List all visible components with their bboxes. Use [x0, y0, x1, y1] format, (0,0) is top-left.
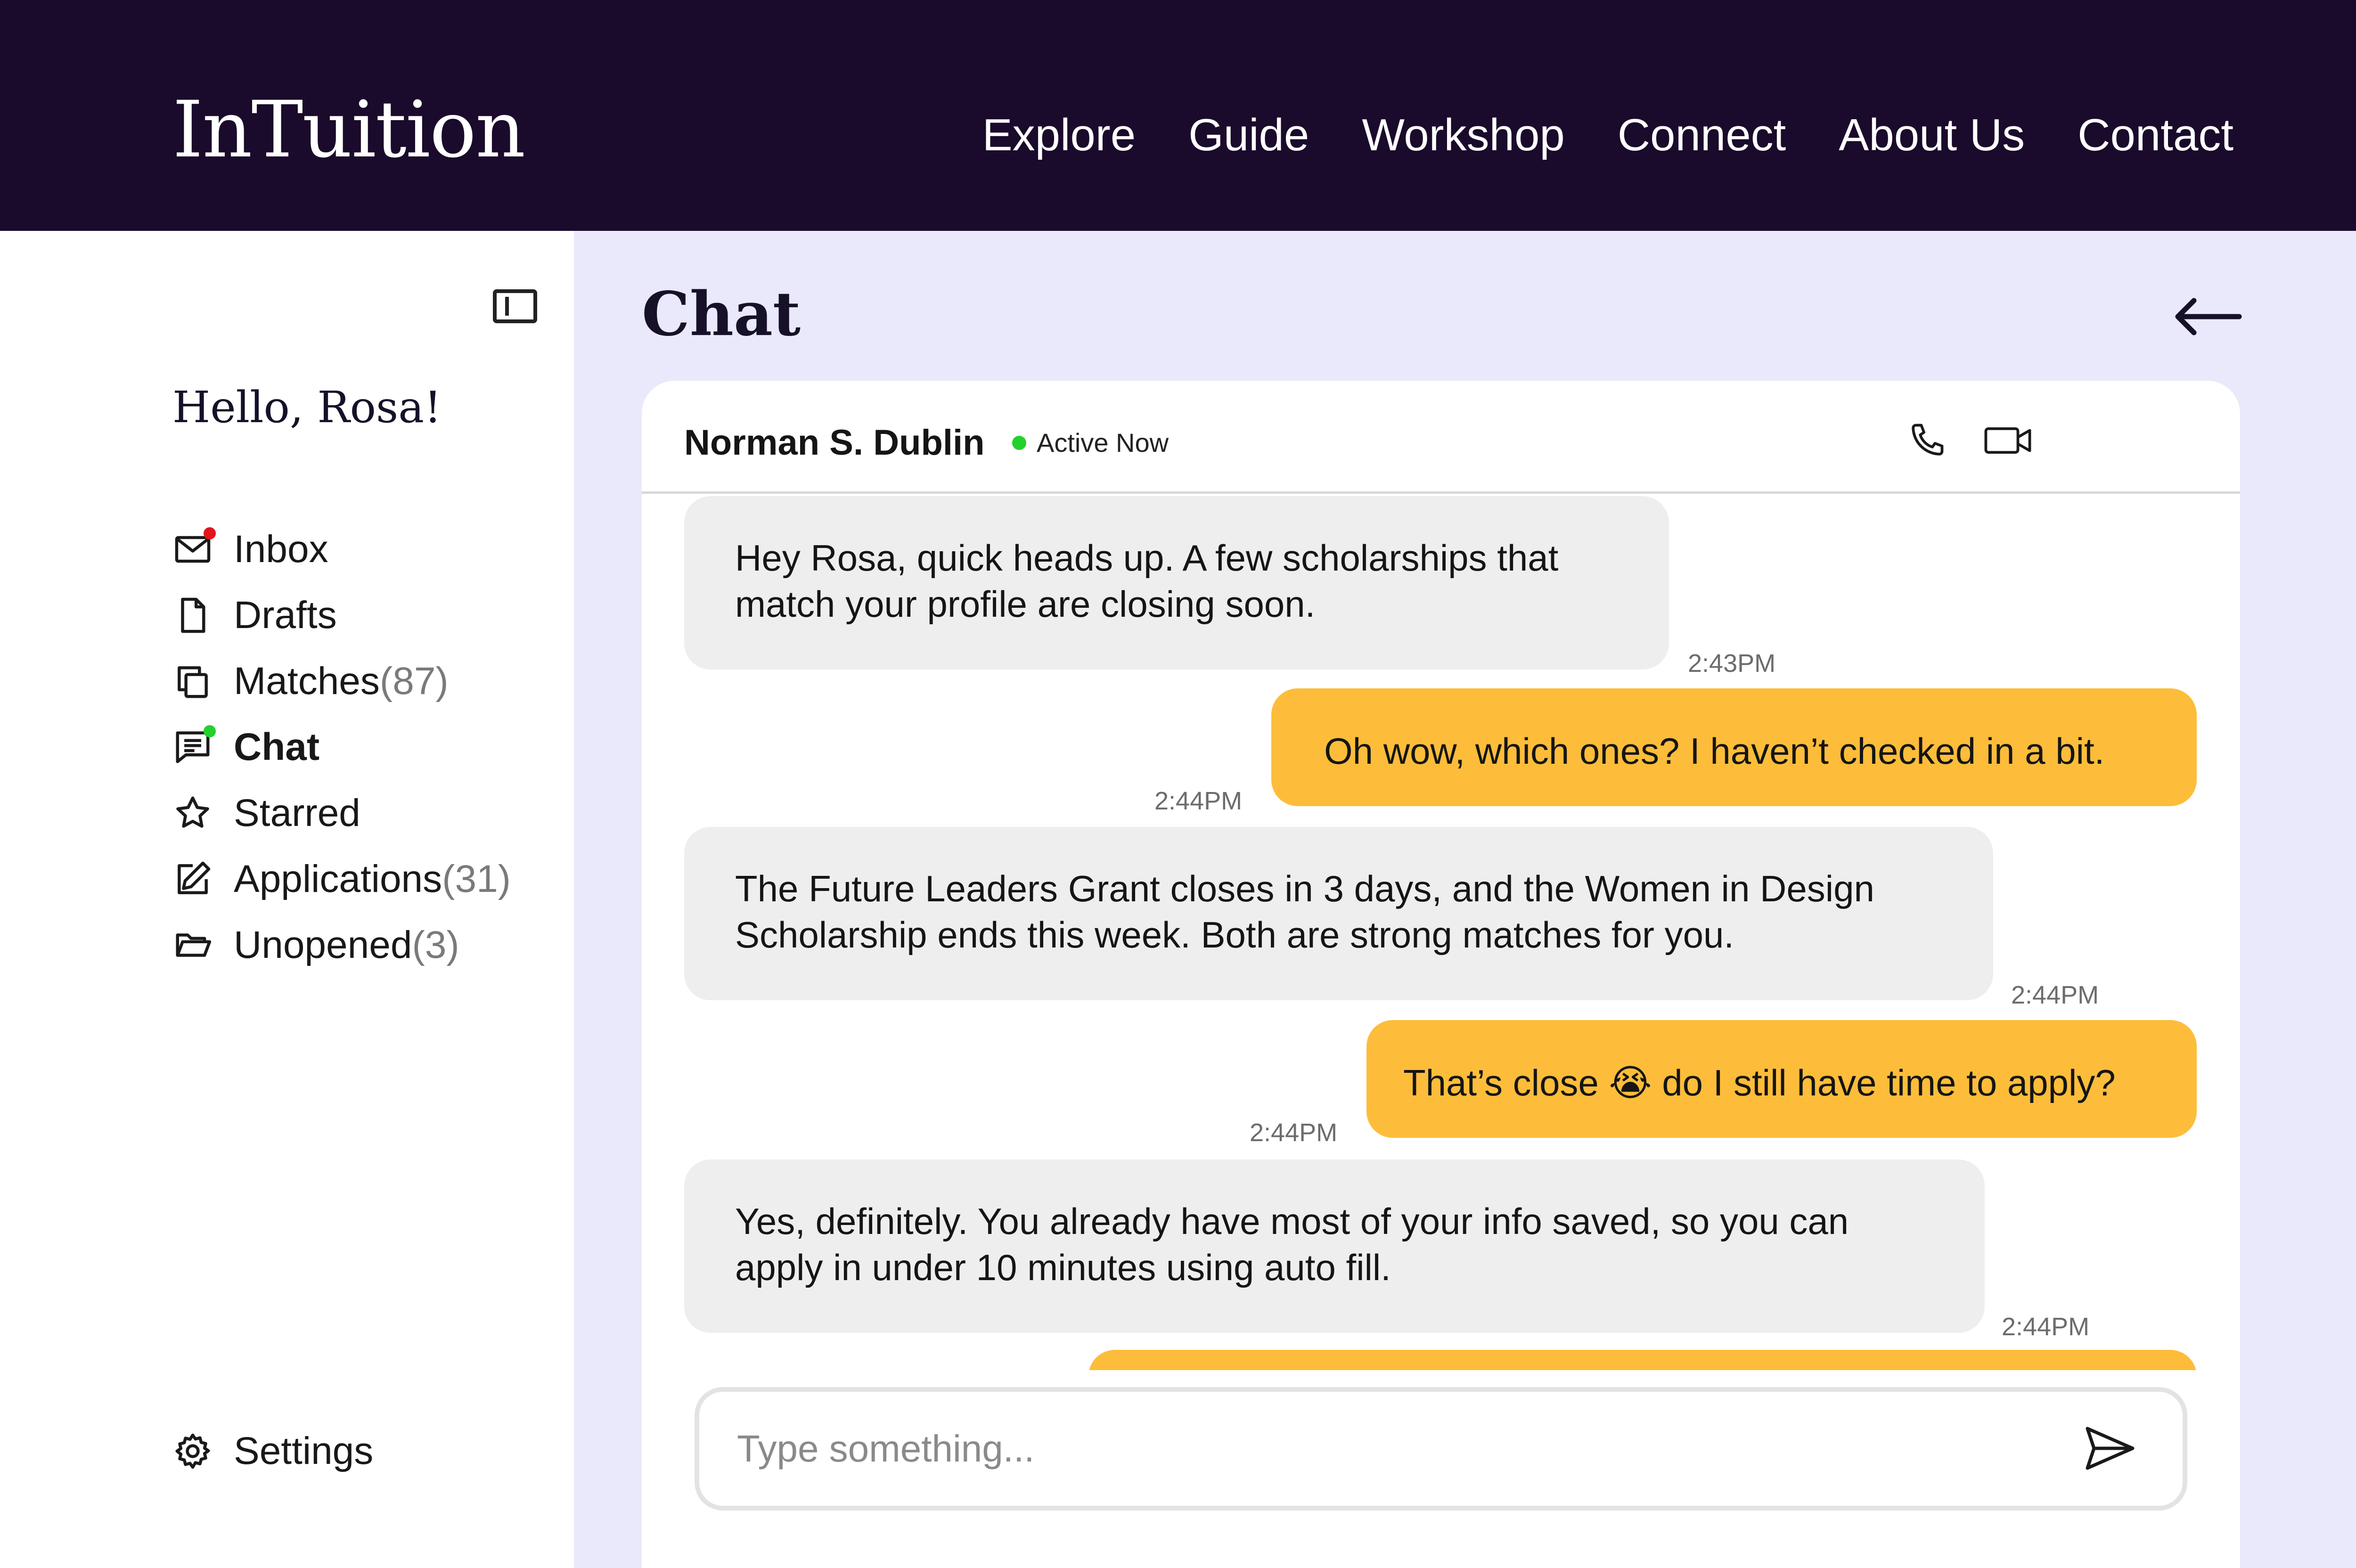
message-timestamp: 2:44PM — [1154, 787, 1243, 815]
nav-connect[interactable]: Connect — [1618, 105, 1786, 166]
chat-active-badge — [204, 725, 216, 737]
message-bubble-outgoing: Oh wow, which ones? I haven’t checked in… — [1271, 688, 2197, 806]
top-navigation-bar: InTuition Explore Guide Workshop Connect… — [0, 0, 2356, 231]
star-icon — [172, 793, 213, 833]
sidebar-item-matches[interactable]: Matches (87) — [172, 648, 511, 714]
message-list[interactable]: Hey Rosa, quick heads up. A few scholars… — [642, 496, 2240, 1370]
nav-explore[interactable]: Explore — [982, 105, 1136, 166]
message-timestamp: 2:44PM — [1250, 1119, 1338, 1147]
chat-panel: Norman S. Dublin Active Now Hey Rosa, qu… — [642, 381, 2240, 1568]
message-timestamp: 2:44PM — [2011, 981, 2099, 1009]
message-composer — [695, 1387, 2187, 1511]
sidebar-item-label: Inbox — [234, 528, 328, 571]
nav-about-us[interactable]: About Us — [1839, 105, 2025, 166]
presence-status: Active Now — [1012, 424, 1169, 462]
video-call-icon[interactable] — [1982, 420, 2034, 461]
folder-open-icon — [172, 925, 213, 965]
sidebar-collapse-icon[interactable] — [493, 289, 537, 323]
message-bubble-incoming: The Future Leaders Grant closes in 3 day… — [684, 827, 1993, 1000]
sidebar-item-settings[interactable]: Settings — [172, 1418, 373, 1484]
sidebar-item-chat[interactable]: Chat — [172, 714, 511, 780]
sidebar-item-unopened[interactable]: Unopened (3) — [172, 912, 511, 978]
copy-icon — [172, 661, 213, 702]
online-indicator-icon — [1012, 436, 1026, 450]
brand-logo[interactable]: InTuition — [172, 82, 525, 177]
sidebar-item-label: Unopened — [234, 923, 412, 966]
sidebar-item-label: Chat — [234, 726, 320, 768]
nav-guide[interactable]: Guide — [1188, 105, 1309, 166]
sidebar-menu: Inbox Drafts Matches (87) Chat Starred A… — [172, 516, 511, 978]
message-timestamp: 2:43PM — [1688, 649, 1776, 678]
sidebar-item-count: (3) — [412, 923, 459, 966]
message-bubble-incoming: Hey Rosa, quick heads up. A few scholars… — [684, 496, 1669, 670]
nav-contact[interactable]: Contact — [2078, 105, 2233, 166]
message-input[interactable] — [737, 1392, 2056, 1506]
sidebar-item-label: Applications — [234, 858, 442, 900]
sidebar-item-count: (87) — [379, 660, 449, 702]
status-text: Active Now — [1037, 428, 1169, 457]
sidebar-item-inbox[interactable]: Inbox — [172, 516, 511, 582]
sidebar-item-starred[interactable]: Starred — [172, 780, 511, 846]
sidebar-item-drafts[interactable]: Drafts — [172, 582, 511, 648]
message-bubble-outgoing — [1088, 1350, 2197, 1370]
edit-icon — [172, 859, 213, 899]
phone-call-icon[interactable] — [1907, 419, 1948, 460]
chat-icon — [172, 725, 216, 768]
message-bubble-outgoing: That’s close 😭 do I still have time to a… — [1366, 1020, 2197, 1138]
gear-icon — [172, 1431, 213, 1471]
back-arrow-icon[interactable] — [2173, 288, 2244, 345]
sidebar-item-applications[interactable]: Applications (31) — [172, 846, 511, 912]
sidebar-item-label: Matches — [234, 660, 380, 702]
mail-icon — [172, 527, 216, 570]
greeting: Hello, Rosa! — [172, 382, 442, 433]
send-icon[interactable] — [2084, 1425, 2135, 1472]
contact-name[interactable]: Norman S. Dublin — [684, 419, 985, 466]
main-nav: Explore Guide Workshop Connect About Us … — [982, 105, 2233, 166]
message-timestamp: 2:44PM — [2002, 1313, 2090, 1341]
settings-label: Settings — [234, 1429, 374, 1472]
sidebar-item-label: Starred — [234, 792, 360, 834]
inbox-unread-badge — [204, 527, 216, 539]
sidebar-item-label: Drafts — [234, 594, 337, 637]
chat-header: Norman S. Dublin Active Now — [642, 381, 2240, 494]
sidebar-item-count: (31) — [442, 858, 511, 900]
document-icon — [172, 595, 213, 636]
message-bubble-incoming: Yes, definitely. You already have most o… — [684, 1160, 1985, 1333]
nav-workshop[interactable]: Workshop — [1362, 105, 1564, 166]
page-title: Chat — [642, 279, 801, 350]
